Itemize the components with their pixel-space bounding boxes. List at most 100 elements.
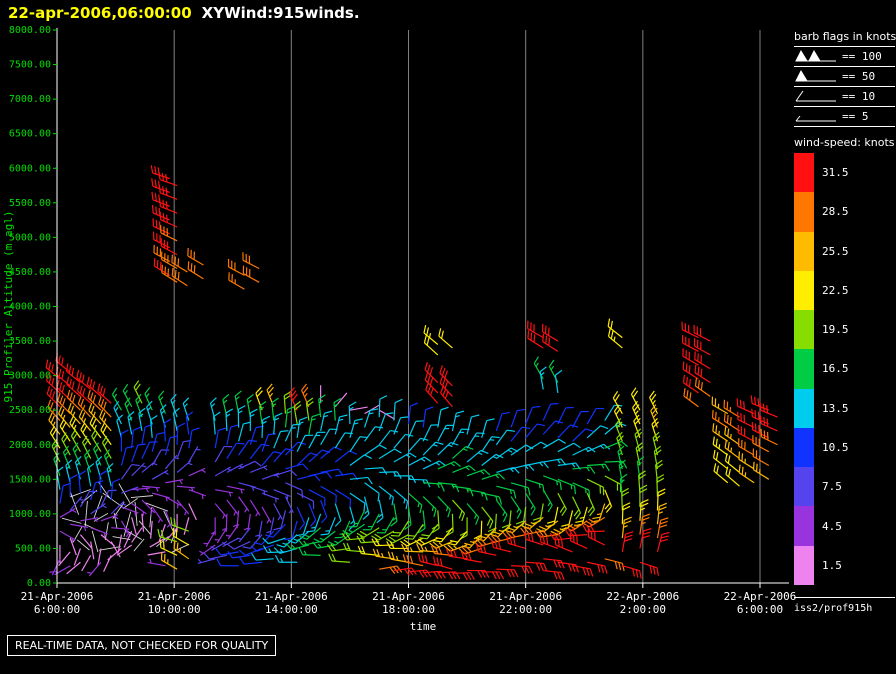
wind-barb bbox=[622, 503, 630, 524]
wind-barb bbox=[145, 387, 152, 410]
wind-barb bbox=[80, 535, 92, 549]
wind-barb bbox=[587, 493, 594, 516]
colorbar-tick-label: 10.5 bbox=[822, 441, 849, 454]
wind-barb bbox=[226, 409, 233, 431]
y-tick-label: 2500.00 bbox=[9, 405, 51, 416]
wind-barb bbox=[379, 413, 393, 431]
wind-barb bbox=[297, 453, 318, 466]
wind-barb bbox=[440, 365, 453, 386]
wind-barb bbox=[573, 566, 593, 577]
noise-line bbox=[92, 531, 98, 552]
wind-speed-colorbar: 31.528.525.522.519.516.513.510.57.54.51.… bbox=[794, 153, 849, 585]
wind-barb bbox=[350, 477, 372, 484]
wind-barb bbox=[274, 504, 282, 520]
wind-barb bbox=[250, 466, 267, 473]
legend-row-label: == 100 bbox=[842, 50, 882, 63]
x-tick-label-time: 22:00:00 bbox=[499, 603, 552, 616]
noise-line bbox=[131, 496, 153, 498]
noise-line bbox=[85, 501, 87, 527]
wind-barb bbox=[148, 559, 166, 566]
wind-barb bbox=[365, 468, 387, 475]
wind-barb bbox=[91, 542, 94, 560]
colorbar-tick-label: 31.5 bbox=[822, 166, 849, 179]
wind-barb bbox=[226, 524, 239, 539]
wind-barb bbox=[165, 436, 177, 455]
noise-line bbox=[139, 521, 151, 535]
wind-barb bbox=[439, 328, 453, 348]
wind-barb bbox=[297, 475, 320, 481]
wind-barb bbox=[227, 500, 238, 515]
wind-barb bbox=[239, 548, 262, 555]
wind-barb bbox=[365, 445, 387, 455]
wind-barb bbox=[132, 504, 147, 517]
wind-barb bbox=[482, 474, 505, 480]
y-tick-label: 2000.00 bbox=[9, 440, 51, 451]
y-tick-label: 1500.00 bbox=[9, 474, 51, 485]
wind-barb bbox=[214, 412, 221, 434]
wind-barb bbox=[252, 553, 274, 560]
y-tick-label: 3000.00 bbox=[9, 371, 51, 382]
wind-barb bbox=[265, 524, 285, 537]
wind-barb bbox=[726, 467, 740, 487]
wind-barb bbox=[215, 490, 233, 497]
y-tick-label: 4000.00 bbox=[9, 302, 51, 313]
wind-barb bbox=[608, 319, 622, 338]
wind-barb bbox=[640, 500, 649, 521]
noise-line bbox=[62, 518, 81, 523]
colorbar-band-row: 10.5 bbox=[794, 428, 849, 467]
wind-barb bbox=[60, 508, 76, 517]
wind-barb bbox=[79, 471, 86, 493]
wind-barb bbox=[467, 415, 479, 434]
wind-barb bbox=[534, 357, 543, 379]
wind-barb bbox=[694, 325, 710, 341]
wind-barb bbox=[438, 497, 451, 518]
wind-barb bbox=[409, 438, 429, 451]
wind-barb bbox=[56, 353, 70, 372]
x-tick-label-date: 22-Apr-2006 bbox=[606, 590, 679, 603]
wind-barb bbox=[299, 528, 320, 540]
legend-row-label: == 10 bbox=[842, 90, 875, 103]
wind-barb bbox=[424, 325, 438, 344]
x-axis-title: time bbox=[410, 620, 437, 633]
wind-barb bbox=[694, 338, 710, 355]
wind-barb bbox=[605, 490, 612, 513]
wind-barb bbox=[587, 426, 608, 438]
wind-barb bbox=[430, 542, 453, 549]
wind-barb bbox=[423, 497, 436, 517]
colorbar-band bbox=[794, 232, 814, 271]
colorbar-band-row: 28.5 bbox=[794, 192, 849, 231]
wind-barb bbox=[365, 483, 380, 502]
wind-barb bbox=[542, 324, 557, 341]
barb-sample-icon bbox=[794, 69, 840, 85]
wind-barb bbox=[573, 412, 589, 428]
wind-barb bbox=[67, 562, 81, 574]
colorbar-band bbox=[794, 349, 814, 388]
wind-barb bbox=[424, 335, 437, 355]
legend-row: == 5 bbox=[794, 106, 895, 126]
wind-barb bbox=[335, 490, 350, 508]
colorbar-band bbox=[794, 271, 814, 310]
wind-barb bbox=[482, 507, 493, 528]
wind-barb bbox=[335, 451, 356, 462]
barb-sample-icon bbox=[794, 49, 840, 65]
noise-line bbox=[134, 539, 144, 551]
y-tick-label: 5500.00 bbox=[9, 198, 51, 209]
x-tick-label-date: 21-Apr-2006 bbox=[372, 590, 445, 603]
colorbar-band-row: 25.5 bbox=[794, 232, 849, 271]
wind-barb bbox=[682, 322, 698, 338]
x-tick-label-time: 2:00:00 bbox=[620, 603, 666, 616]
wind-barb bbox=[335, 415, 347, 434]
wind-barb bbox=[188, 248, 204, 265]
wind-barb bbox=[314, 531, 335, 542]
data-source-text: iss2/prof915h bbox=[794, 603, 872, 614]
wind-barb bbox=[409, 457, 432, 465]
x-tick-label-date: 21-Apr-2006 bbox=[138, 590, 211, 603]
wind-barb bbox=[101, 423, 111, 445]
wind-barb bbox=[134, 381, 142, 404]
wind-barb bbox=[123, 384, 131, 407]
wind-barb bbox=[160, 405, 166, 428]
wind-barb bbox=[152, 470, 168, 479]
wind-barb bbox=[438, 407, 449, 427]
wind-barb bbox=[379, 449, 401, 459]
wind-barb bbox=[309, 414, 320, 434]
